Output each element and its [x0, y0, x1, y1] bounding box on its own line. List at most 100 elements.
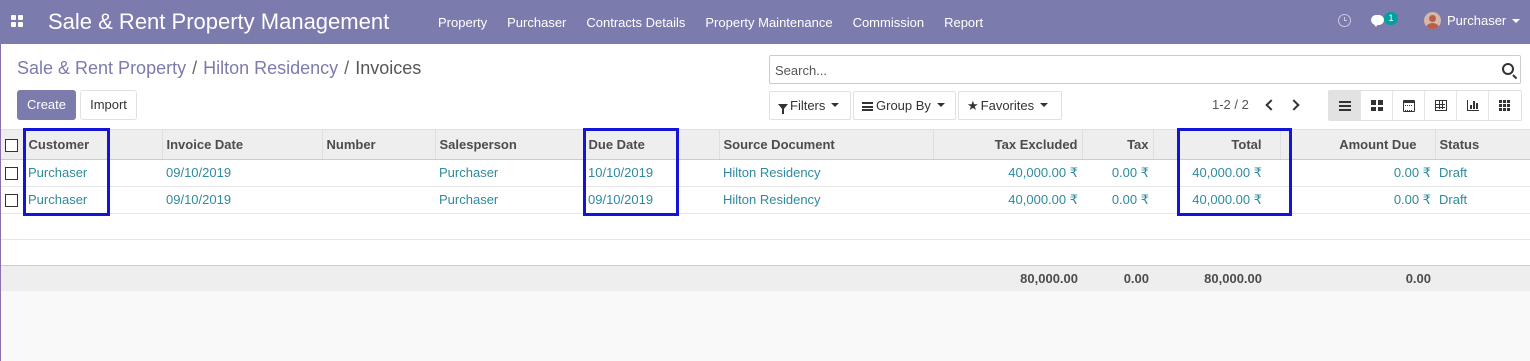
totals-empty-cell — [24, 264, 162, 291]
menu-item-property[interactable]: Property — [438, 15, 487, 30]
grid-view-button[interactable] — [1489, 91, 1521, 120]
column-header-salesperson[interactable]: Salesperson — [434, 130, 584, 160]
column-header-number[interactable]: Number — [321, 130, 435, 160]
cell-customer[interactable]: Purchaser — [24, 158, 162, 186]
totals-empty-cell — [162, 264, 322, 291]
pager-previous-icon[interactable] — [1265, 99, 1277, 111]
list-view-button[interactable] — [1329, 91, 1361, 120]
graph-view-button[interactable] — [1457, 91, 1489, 120]
cell-invoice-date[interactable]: 09/10/2019 — [162, 185, 322, 213]
calendar-view-button[interactable] — [1393, 91, 1425, 120]
empty-row — [0, 238, 1530, 265]
create-button[interactable]: Create — [17, 90, 76, 120]
chevron-down-icon[interactable] — [1512, 19, 1520, 23]
totals-empty-cell — [1435, 264, 1530, 291]
column-header-due-date[interactable]: Due Date — [583, 130, 719, 160]
breadcrumb-separator: / — [192, 58, 198, 78]
cell-status[interactable]: Draft — [1435, 185, 1530, 213]
table-row[interactable]: Purchaser 09/10/2019 Purchaser 09/10/201… — [0, 185, 1530, 213]
cell-tax-excluded[interactable]: 40,000.00 ₹ — [933, 158, 1082, 186]
total-total: 80,000.00 — [1153, 264, 1280, 291]
cell-salesperson[interactable]: Purchaser — [435, 185, 584, 213]
table-header-row: Customer Invoice Date Number Salesperson… — [0, 130, 1530, 160]
pivot-view-icon — [1434, 100, 1447, 111]
totals-empty-cell — [719, 264, 933, 291]
total-tax-excluded: 80,000.00 — [933, 264, 1082, 291]
column-header-source-document[interactable]: Source Document — [718, 130, 933, 160]
activity-clock-icon[interactable] — [1338, 14, 1351, 27]
cell-source-document[interactable]: Hilton Residency — [719, 158, 933, 186]
menu-item-commission[interactable]: Commission — [853, 15, 925, 30]
cell-amount-due[interactable]: 0.00 ₹ — [1280, 185, 1435, 213]
favorites-label: Favorites — [980, 98, 1035, 113]
breadcrumb-link-sale-rent-property[interactable]: Sale & Rent Property — [17, 58, 186, 78]
kanban-view-button[interactable] — [1361, 91, 1393, 120]
list-view-icon — [1338, 100, 1351, 111]
top-navbar: Sale & Rent Property Management Property… — [0, 0, 1530, 44]
cell-number[interactable] — [322, 158, 435, 186]
calendar-view-icon — [1402, 99, 1415, 112]
cell-total[interactable]: 40,000.00 ₹ — [1153, 158, 1280, 186]
column-header-total[interactable]: Total — [1152, 130, 1280, 160]
search-bar — [769, 55, 1521, 84]
cell-status[interactable]: Draft — [1435, 158, 1530, 186]
star-icon: ★ — [967, 98, 979, 113]
main-menu: Property Purchaser Contracts Details Pro… — [438, 0, 1003, 44]
table-row[interactable]: Purchaser 09/10/2019 Purchaser 10/10/201… — [0, 158, 1530, 186]
cell-amount-due[interactable]: 0.00 ₹ — [1280, 158, 1435, 186]
column-header-tax-excluded[interactable]: Tax Excluded — [932, 130, 1082, 160]
pager-value[interactable]: 1-2 / 2 — [1212, 97, 1249, 112]
filters-dropdown[interactable]: Filters — [769, 91, 851, 120]
search-input[interactable] — [775, 60, 1475, 80]
column-header-tax[interactable]: Tax — [1081, 130, 1153, 160]
cell-customer[interactable]: Purchaser — [24, 185, 162, 213]
totals-empty-cell — [322, 264, 435, 291]
totals-row: 80,000.00 0.00 80,000.00 0.00 — [0, 264, 1530, 291]
select-all-checkbox[interactable] — [5, 138, 18, 152]
empty-cell — [0, 212, 1530, 239]
breadcrumb: Sale & Rent Property / Hilton Residency / In… — [17, 58, 421, 79]
empty-cell — [0, 238, 1530, 265]
cell-salesperson[interactable]: Purchaser — [435, 158, 584, 186]
column-header-customer[interactable]: Customer — [23, 130, 162, 160]
cell-tax-excluded[interactable]: 40,000.00 ₹ — [933, 185, 1082, 213]
empty-row — [0, 212, 1530, 239]
totals-empty-cell — [435, 264, 584, 291]
pivot-view-button[interactable] — [1425, 91, 1457, 120]
column-header-status[interactable]: Status — [1434, 130, 1530, 160]
cell-tax[interactable]: 0.00 ₹ — [1082, 158, 1153, 186]
user-menu-label[interactable]: Purchaser — [1447, 13, 1506, 28]
search-icon[interactable] — [1502, 63, 1514, 75]
control-panel: Sale & Rent Property / Hilton Residency / In… — [0, 44, 1530, 130]
column-header-invoice-date[interactable]: Invoice Date — [161, 130, 322, 160]
menu-item-purchaser[interactable]: Purchaser — [507, 15, 566, 30]
cell-due-date[interactable]: 10/10/2019 — [584, 158, 719, 186]
pager-next-icon[interactable] — [1288, 99, 1300, 111]
row-checkbox[interactable] — [5, 167, 18, 181]
favorites-dropdown[interactable]: ★ Favorites — [958, 91, 1062, 120]
filters-label: Filters — [790, 98, 826, 113]
menu-item-contracts-details[interactable]: Contracts Details — [586, 15, 685, 30]
row-checkbox[interactable] — [5, 194, 18, 208]
menu-item-report[interactable]: Report — [944, 15, 983, 30]
view-switcher — [1328, 90, 1522, 121]
breadcrumb-current: Invoices — [355, 58, 422, 78]
menu-item-property-maintenance[interactable]: Property Maintenance — [705, 15, 832, 30]
cell-total[interactable]: 40,000.00 ₹ — [1153, 185, 1280, 213]
cell-tax[interactable]: 0.00 ₹ — [1082, 185, 1153, 213]
notification-badge: 1 — [1384, 12, 1398, 25]
user-avatar[interactable] — [1424, 12, 1441, 29]
column-header-amount-due[interactable]: Amount Due — [1279, 130, 1435, 160]
messages-chat-icon[interactable] — [1371, 15, 1384, 27]
breadcrumb-link-hilton-residency[interactable]: Hilton Residency — [203, 58, 338, 78]
cell-number[interactable] — [322, 185, 435, 213]
apps-menu-icon[interactable] — [11, 15, 23, 27]
cell-due-date[interactable]: 09/10/2019 — [584, 185, 719, 213]
import-button[interactable]: Import — [80, 90, 137, 120]
group-by-dropdown[interactable]: Group By — [853, 91, 956, 120]
invoice-list: Customer Invoice Date Number Salesperson… — [0, 130, 1530, 361]
cell-source-document[interactable]: Hilton Residency — [719, 185, 933, 213]
cell-invoice-date[interactable]: 09/10/2019 — [162, 158, 322, 186]
totals-empty-cell — [584, 264, 719, 291]
caret-down-icon — [936, 103, 945, 107]
